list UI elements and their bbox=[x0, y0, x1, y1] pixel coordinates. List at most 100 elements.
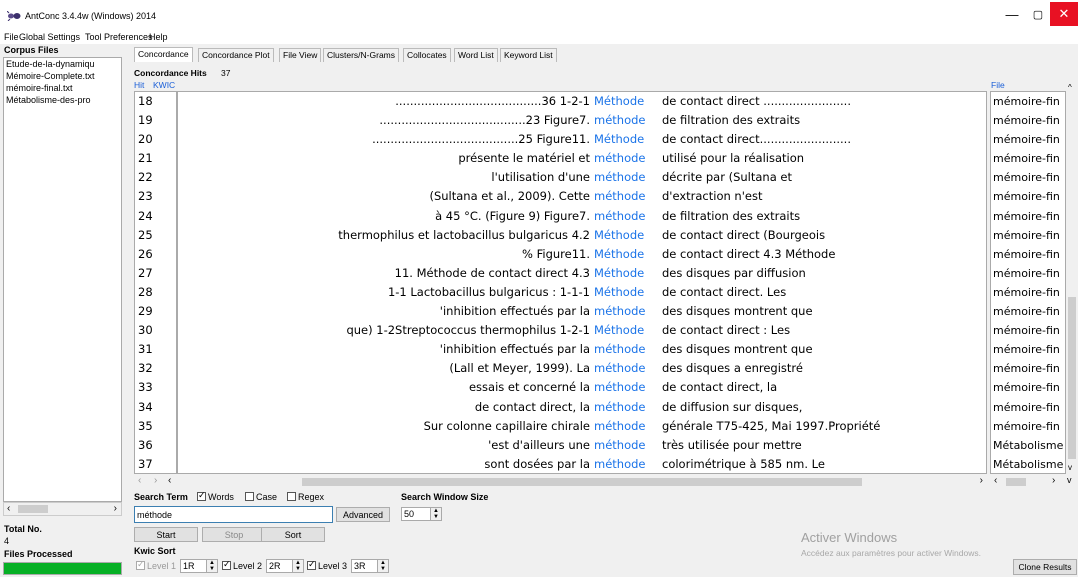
kwic-node-word[interactable]: Méthode bbox=[594, 226, 644, 245]
kwic-line[interactable]: ........................................… bbox=[178, 111, 986, 130]
kwic-line[interactable]: (Sultana et al., 2009). Cette méthode d'ex… bbox=[178, 187, 986, 206]
minimize-button[interactable]: — bbox=[998, 2, 1026, 26]
menu-file[interactable]: File bbox=[4, 32, 19, 42]
words-option[interactable]: Words bbox=[197, 490, 234, 502]
scroll-right-arrow-icon[interactable]: › bbox=[980, 475, 983, 486]
menu-help[interactable]: Help bbox=[149, 32, 168, 42]
regex-option[interactable]: Regex bbox=[287, 492, 324, 502]
level-3-spinner[interactable]: 3R ▲ ▼ bbox=[351, 559, 389, 573]
tab-keyword-list[interactable]: Keyword List bbox=[500, 48, 557, 62]
scroll-right-arrow-icon[interactable]: › bbox=[154, 475, 157, 486]
kwic-node-word[interactable]: méthode bbox=[594, 111, 646, 130]
tab-clusters-ngrams[interactable]: Clusters/N-Grams bbox=[323, 48, 400, 62]
tab-collocates[interactable]: Collocates bbox=[403, 48, 451, 62]
kwic-hscrollbar[interactable]: ‹ › ‹ › bbox=[134, 475, 987, 488]
scroll-right-arrow-icon[interactable]: › bbox=[1052, 475, 1055, 486]
kwic-node-word[interactable]: Méthode bbox=[594, 92, 644, 111]
advanced-button[interactable]: Advanced bbox=[336, 507, 390, 522]
kwic-node-word[interactable]: méthode bbox=[594, 436, 646, 455]
corpus-file-item[interactable]: mémoire-final.txt bbox=[4, 82, 121, 94]
scroll-left-arrow-icon[interactable]: ‹ bbox=[7, 503, 10, 514]
hit-number[interactable]: 20 bbox=[135, 130, 176, 149]
hit-number[interactable]: 30 bbox=[135, 321, 176, 340]
level-2-spinner[interactable]: 2R ▲ ▼ bbox=[266, 559, 304, 573]
menu-global-settings[interactable]: Global Settings bbox=[19, 32, 80, 42]
corpus-file-item[interactable]: Mémoire-Complete.txt bbox=[4, 70, 121, 82]
file-name-cell[interactable]: mémoire-fin bbox=[991, 245, 1065, 264]
file-name-cell[interactable]: mémoire-fin bbox=[991, 149, 1065, 168]
kwic-node-word[interactable]: Méthode bbox=[594, 245, 644, 264]
kwic-node-word[interactable]: Méthode bbox=[594, 321, 644, 340]
file-name-cell[interactable]: mémoire-fin bbox=[991, 302, 1065, 321]
kwic-node-word[interactable]: méthode bbox=[594, 378, 646, 397]
hit-number[interactable]: 25 bbox=[135, 226, 176, 245]
hit-number[interactable]: 21 bbox=[135, 149, 176, 168]
file-name-cell[interactable]: mémoire-fin bbox=[991, 340, 1065, 359]
spinner-arrows-icon[interactable]: ▲ ▼ bbox=[377, 560, 388, 572]
close-button[interactable]: ✕ bbox=[1050, 2, 1078, 26]
kwic-line[interactable]: 1-1 Lactobacillus bulgaricus : 1-1-1 Méth… bbox=[178, 283, 986, 302]
hit-number[interactable]: 26 bbox=[135, 245, 176, 264]
hit-number[interactable]: 33 bbox=[135, 378, 176, 397]
tab-concordance-plot[interactable]: Concordance Plot bbox=[198, 48, 274, 62]
kwic-line[interactable]: 'inhibition effectués par la méthode des d… bbox=[178, 302, 986, 321]
file-name-cell[interactable]: mémoire-fin bbox=[991, 378, 1065, 397]
hit-number[interactable]: 37 bbox=[135, 455, 176, 473]
results-vscrollbar[interactable]: ^ v bbox=[1066, 83, 1078, 474]
hit-number[interactable]: 27 bbox=[135, 264, 176, 283]
words-checkbox[interactable] bbox=[197, 490, 206, 501]
kwic-line[interactable]: (Lall et Meyer, 1999). La méthode des disq… bbox=[178, 359, 986, 378]
scroll-up-arrow-icon[interactable]: ^ bbox=[1068, 83, 1072, 92]
tab-concordance[interactable]: Concordance bbox=[134, 47, 193, 62]
tab-word-list[interactable]: Word List bbox=[454, 48, 498, 62]
corpus-list-hscrollbar[interactable]: ‹ › bbox=[3, 502, 122, 516]
corpus-file-list[interactable]: Etude-de-la-dynamiqu Mémoire-Complete.tx… bbox=[3, 57, 122, 502]
kwic-node-word[interactable]: méthode bbox=[594, 398, 646, 417]
scroll-left-arrow-icon[interactable]: ‹ bbox=[994, 475, 997, 486]
corpus-file-item[interactable]: Etude-de-la-dynamiqu bbox=[4, 58, 121, 70]
kwic-node-word[interactable]: méthode bbox=[594, 302, 646, 321]
file-name-cell[interactable]: mémoire-fin bbox=[991, 187, 1065, 206]
kwic-node-word[interactable]: Méthode bbox=[594, 264, 644, 283]
spinner-arrows-icon[interactable]: ▲ ▼ bbox=[292, 560, 303, 572]
hit-number[interactable]: 34 bbox=[135, 398, 176, 417]
scrollbar-thumb[interactable] bbox=[18, 505, 48, 513]
hit-number[interactable]: 24 bbox=[135, 207, 176, 226]
column-header-kwic[interactable]: KWIC bbox=[153, 80, 175, 90]
kwic-sort-level-2[interactable]: Level 2 bbox=[222, 559, 262, 571]
file-pane[interactable]: mémoire-fin mémoire-fin mémoire-fin mémoire… bbox=[990, 91, 1066, 474]
file-name-cell[interactable]: mémoire-fin bbox=[991, 130, 1065, 149]
kwic-line[interactable]: présente le matériel et méthode utilisé po… bbox=[178, 149, 986, 168]
scrollbar-thumb[interactable] bbox=[302, 478, 862, 486]
spinner-arrows-icon[interactable]: ▲ ▼ bbox=[430, 508, 441, 520]
kwic-node-word[interactable]: méthode bbox=[594, 168, 646, 187]
sort-button[interactable]: Sort bbox=[261, 527, 325, 542]
kwic-line[interactable]: essais et concerné la méthode de contact d… bbox=[178, 378, 986, 397]
hit-number[interactable]: 29 bbox=[135, 302, 176, 321]
scroll-left-arrow-icon[interactable]: ‹ bbox=[168, 475, 171, 486]
kwic-line[interactable]: sont dosées par la méthode colorimétrique … bbox=[178, 455, 986, 473]
file-name-cell[interactable]: mémoire-fin bbox=[991, 398, 1065, 417]
kwic-line[interactable]: 11. Méthode de contact direct 4.3 Méthode… bbox=[178, 264, 986, 283]
kwic-sort-level-1[interactable]: Level 1 bbox=[136, 559, 176, 571]
file-name-cell[interactable]: mémoire-fin bbox=[991, 321, 1065, 340]
hit-number[interactable]: 35 bbox=[135, 417, 176, 436]
hit-number[interactable]: 19 bbox=[135, 111, 176, 130]
scroll-right-arrow-icon[interactable]: › bbox=[114, 503, 117, 514]
level-1-checkbox[interactable] bbox=[136, 559, 145, 570]
hit-number[interactable]: 23 bbox=[135, 187, 176, 206]
clone-results-button[interactable]: Clone Results bbox=[1013, 559, 1077, 575]
corpus-file-item[interactable]: Métabolisme-des-pro bbox=[4, 94, 121, 106]
case-option[interactable]: Case bbox=[245, 492, 277, 502]
kwic-node-word[interactable]: méthode bbox=[594, 207, 646, 226]
tab-file-view[interactable]: File View bbox=[279, 48, 322, 62]
case-checkbox[interactable] bbox=[245, 492, 254, 501]
file-name-cell[interactable]: mémoire-fin bbox=[991, 226, 1065, 245]
kwic-node-word[interactable]: méthode bbox=[594, 417, 646, 436]
kwic-node-word[interactable]: méthode bbox=[594, 359, 646, 378]
file-name-cell[interactable]: mémoire-fin bbox=[991, 111, 1065, 130]
column-header-file[interactable]: File bbox=[991, 80, 1005, 90]
kwic-line[interactable]: de contact direct, la méthode de diffusion… bbox=[178, 398, 986, 417]
hit-number[interactable]: 32 bbox=[135, 359, 176, 378]
kwic-line[interactable]: que) 1-2Streptococcus thermophilus 1-2-1… bbox=[178, 321, 986, 340]
